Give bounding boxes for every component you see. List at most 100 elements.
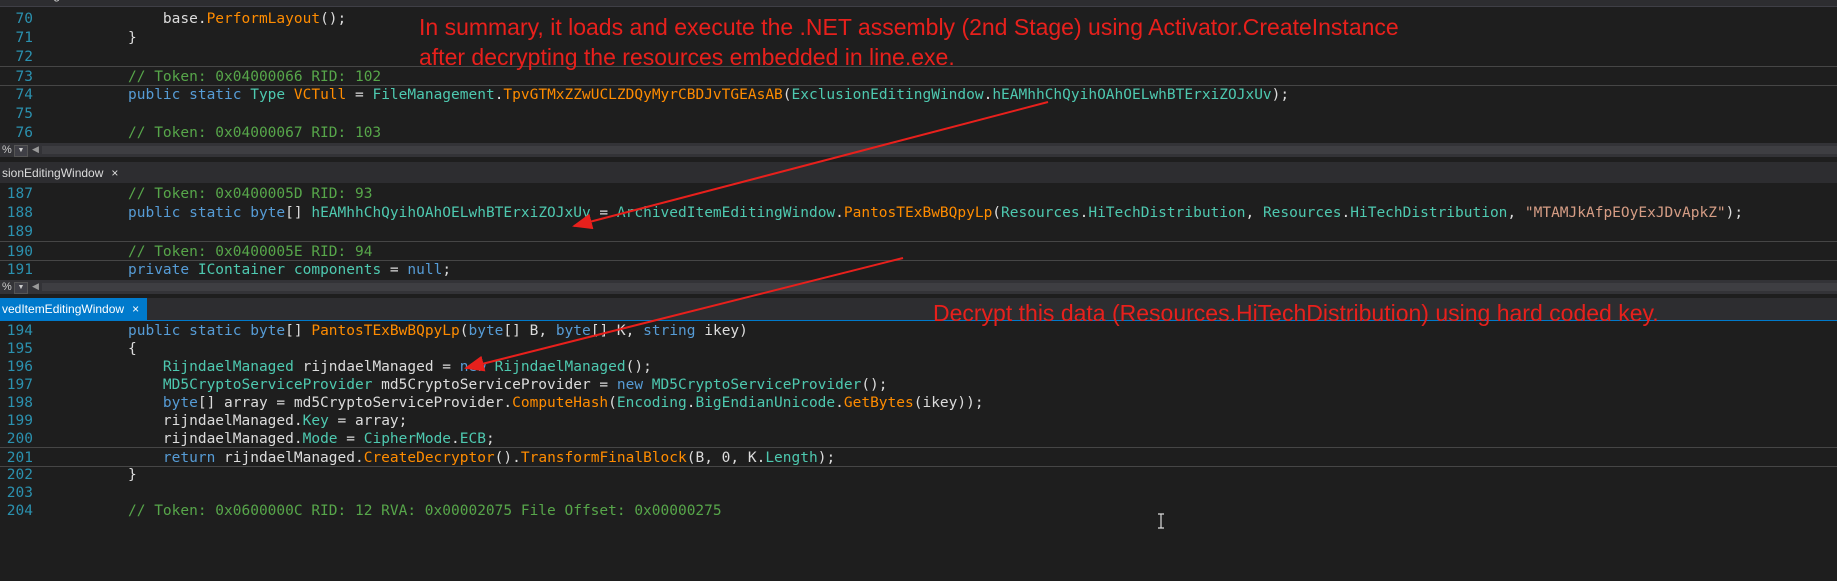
line-number: 188 bbox=[6, 205, 33, 221]
code-token: RijndaelManaged bbox=[494, 359, 626, 375]
code-token: ( bbox=[782, 87, 792, 103]
code-text: public static byte[] hEAMhhChQyihOAhOELw… bbox=[128, 203, 1743, 223]
tab-archived-item-editing-window[interactable]: vedItemEditingWindow × bbox=[0, 298, 148, 320]
annotation-summary-line-2: after decrypting the resources embedded … bbox=[419, 44, 955, 70]
code-token: TransformFinalBlock bbox=[520, 450, 687, 466]
code-token: MD5CryptoServiceProvider bbox=[128, 377, 382, 393]
code-token: Key bbox=[302, 413, 329, 429]
code-line[interactable]: 76 // Token: 0x04000067 RID: 103 bbox=[0, 123, 1837, 143]
line-number: 70 bbox=[15, 11, 33, 27]
code-token: Resources bbox=[1001, 205, 1080, 221]
code-token: // Token: 0x04000066 RID: 102 bbox=[128, 69, 382, 85]
code-line[interactable]: 74 public static Type VCTull = FileManage… bbox=[0, 85, 1837, 105]
zoom-dropdown-icon[interactable]: ▼ bbox=[14, 282, 28, 294]
code-token: (ikey)); bbox=[913, 395, 984, 411]
close-icon[interactable]: × bbox=[132, 302, 139, 316]
code-token: (); bbox=[625, 359, 652, 375]
code-token: PantosTExBwBQpyLp bbox=[311, 323, 460, 339]
code-token: // Token: 0x0400005E RID: 94 bbox=[128, 244, 373, 260]
code-text: rijndaelManaged.Mode = CipherMode.ECB; bbox=[128, 429, 495, 449]
code-token: return bbox=[128, 450, 225, 466]
code-line[interactable]: 191 private IContainer components = null; bbox=[0, 260, 1837, 279]
code-token: byte bbox=[555, 323, 591, 339]
code-line[interactable]: 198 byte[] array = md5CryptoServiceProvi… bbox=[0, 393, 1837, 413]
code-token: public static byte bbox=[128, 205, 286, 221]
code-token: ( bbox=[608, 395, 617, 411]
code-line[interactable]: 201 return rijndaelManaged.CreateDecrypt… bbox=[0, 447, 1837, 467]
code-token: Encoding bbox=[616, 395, 687, 411]
tab-main-message-form[interactable]: ainMessageForm bbox=[0, 0, 103, 6]
code-token: . bbox=[1341, 205, 1351, 221]
code-token: ikey) bbox=[695, 323, 748, 339]
scroll-left-icon[interactable]: ◀ bbox=[32, 281, 39, 292]
horizontal-scrollbar[interactable] bbox=[42, 146, 1837, 154]
code-token: rijndaelManaged. bbox=[128, 431, 303, 447]
code-token: Mode bbox=[302, 431, 338, 447]
code-token: [] bbox=[285, 323, 312, 339]
code-token: CipherMode bbox=[363, 431, 452, 447]
line-number: 73 bbox=[15, 69, 33, 85]
code-line[interactable]: 189 bbox=[0, 222, 1837, 242]
line-number: 202 bbox=[6, 467, 33, 483]
code-token: . bbox=[983, 87, 993, 103]
code-line[interactable]: 195 { bbox=[0, 339, 1837, 359]
code-line[interactable]: 200 rijndaelManaged.Mode = CipherMode.EC… bbox=[0, 429, 1837, 449]
tab-label: ainMessageForm bbox=[2, 0, 95, 2]
tab-exclusion-editing-window[interactable]: sionEditingWindow × bbox=[0, 162, 127, 184]
code-token: , bbox=[1245, 205, 1263, 221]
top-tab-bar: ainMessageForm bbox=[0, 0, 1837, 7]
code-token: . bbox=[451, 431, 460, 447]
code-token: (B, 0, K. bbox=[686, 450, 766, 466]
code-token: . bbox=[835, 395, 844, 411]
code-token: ArchivedItemEditingWindow bbox=[616, 205, 836, 221]
code-token: byte bbox=[128, 395, 198, 411]
close-icon[interactable]: × bbox=[111, 166, 118, 180]
zoom-dropdown-icon[interactable]: ▼ bbox=[14, 145, 28, 157]
code-line[interactable]: 197 MD5CryptoServiceProvider md5CryptoSe… bbox=[0, 375, 1837, 395]
code-text: byte[] array = md5CryptoServiceProvider.… bbox=[128, 393, 984, 413]
code-line[interactable]: 203 bbox=[0, 483, 1837, 503]
code-pane-bottom[interactable]: 194 public static byte[] PantosTExBwBQpyL… bbox=[0, 321, 1837, 581]
code-line[interactable]: 75 bbox=[0, 104, 1837, 124]
code-line[interactable]: 199 rijndaelManaged.Key = array; bbox=[0, 411, 1837, 431]
code-token: PerformLayout bbox=[206, 11, 321, 27]
code-token: Resources bbox=[1262, 205, 1342, 221]
code-text: // Token: 0x0400005E RID: 94 bbox=[128, 242, 372, 262]
code-token: [] K, bbox=[590, 323, 644, 339]
code-line[interactable]: 204 // Token: 0x0600000C RID: 12 RVA: 0x0… bbox=[0, 501, 1837, 521]
code-line[interactable]: 188 public static byte[] hEAMhhChQyihOAhO… bbox=[0, 203, 1837, 223]
code-line[interactable]: 190 // Token: 0x0400005E RID: 94 bbox=[0, 241, 1837, 261]
code-text: } bbox=[128, 28, 137, 48]
code-token: FileManagement bbox=[372, 87, 495, 103]
code-token: RijndaelManaged bbox=[128, 359, 303, 375]
code-token: } bbox=[128, 30, 137, 46]
code-token: } bbox=[128, 467, 137, 483]
line-number: 197 bbox=[6, 377, 33, 393]
code-line[interactable]: 187 // Token: 0x0400005D RID: 93 bbox=[0, 184, 1837, 204]
scroll-left-icon[interactable]: ◀ bbox=[32, 144, 39, 155]
code-token: components bbox=[293, 262, 382, 278]
code-token: HiTechDistribution bbox=[1350, 205, 1508, 221]
code-token: ; bbox=[485, 431, 495, 447]
code-pane-middle[interactable]: 187 // Token: 0x0400005D RID: 93 188 public… bbox=[0, 183, 1837, 279]
code-token: (). bbox=[494, 450, 521, 466]
code-token: rijndaelManaged. bbox=[128, 413, 303, 429]
code-text: // Token: 0x0400005D RID: 93 bbox=[128, 184, 372, 204]
horizontal-scrollbar[interactable] bbox=[42, 283, 1837, 291]
zoom-level[interactable]: % bbox=[0, 280, 12, 294]
code-token: public static byte bbox=[128, 323, 286, 339]
code-token: [] bbox=[285, 205, 312, 221]
code-text: RijndaelManaged rijndaelManaged = new Ri… bbox=[128, 357, 652, 377]
code-line[interactable]: 202} bbox=[0, 465, 1837, 485]
code-token: = bbox=[346, 87, 373, 103]
pane-middle-statusbar: % ▼ ◀ bbox=[0, 280, 1837, 294]
code-token: = bbox=[381, 262, 408, 278]
code-token: = array; bbox=[328, 413, 408, 429]
zoom-level[interactable]: % bbox=[0, 143, 12, 157]
line-number: 196 bbox=[6, 359, 33, 375]
code-token: , bbox=[1507, 205, 1525, 221]
code-line[interactable]: 196 RijndaelManaged rijndaelManaged = ne… bbox=[0, 357, 1837, 377]
annotation-summary-line-1: In summary, it loads and execute the .NE… bbox=[419, 14, 1399, 40]
line-number: 203 bbox=[6, 485, 33, 501]
code-token: Type bbox=[250, 87, 294, 103]
